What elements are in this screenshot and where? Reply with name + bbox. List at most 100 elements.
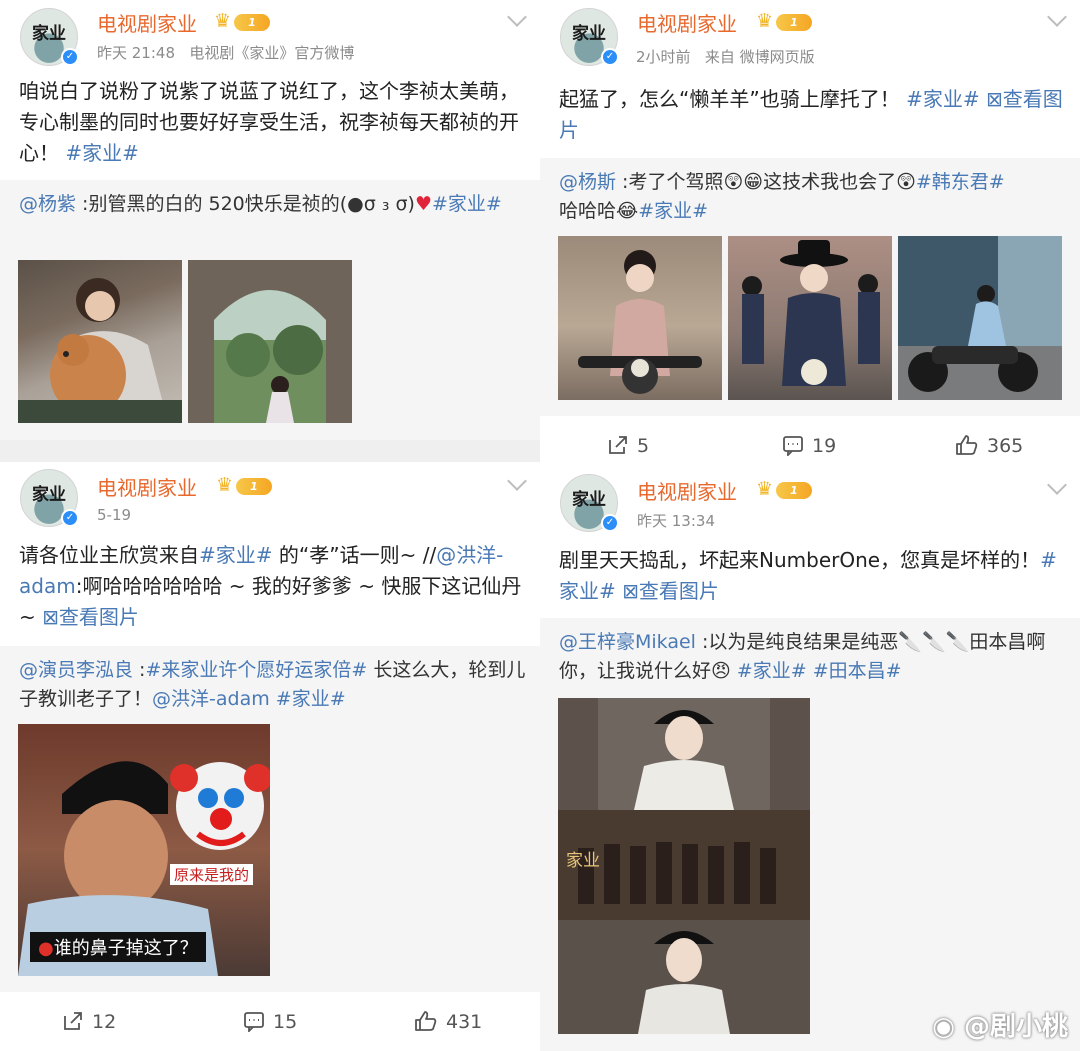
view-pictures-label: 查看图片 [638, 579, 719, 603]
repost-box[interactable]: @杨斯 :考了个驾照😲😁这技术我也会了😲#韩东君# 哈哈哈😂#家业# [540, 158, 1080, 416]
repost-user[interactable]: @王梓豪Mikael [559, 631, 696, 653]
image-caption-bottom: ●谁的鼻子掉这了？ [30, 932, 206, 962]
view-pictures-link[interactable]: ⊠查看图片 [42, 605, 139, 629]
repost-body-2: 哈哈哈😂 [559, 200, 639, 222]
repost-text: @王梓豪Mikael :以为是纯良结果是纯恶🔪🔪🔪田本昌啊你，让我说什么好😠 #… [559, 628, 1066, 686]
username[interactable]: 电视剧家业 [637, 8, 737, 37]
photo-illustration [742, 240, 880, 386]
username[interactable]: 电视剧家业 [97, 8, 197, 37]
vip-level: 1 [236, 478, 272, 495]
avatar-text: 家业 [32, 24, 66, 44]
vip-badge[interactable]: ♛ 1 [216, 475, 272, 497]
photo-man-motorcycle[interactable] [728, 236, 892, 400]
verified-icon: ✓ [601, 48, 619, 66]
avatar[interactable]: 家业 ✓ [560, 474, 619, 532]
post-source: 来自 微博网页版 [704, 48, 815, 66]
repost-text: @杨斯 :考了个驾照😲😁这技术我也会了😲#韩东君# 哈哈哈😂#家业# [559, 168, 1066, 226]
hashtag-link[interactable]: #家业# [199, 543, 273, 567]
chevron-down-icon[interactable] [1047, 7, 1067, 27]
avatar[interactable]: 家业 ✓ [560, 8, 619, 66]
post-text: 请各位业主欣赏来自#家业# 的“孝”话一则~ //@洪洋-adam:啊哈哈哈哈哈… [19, 540, 524, 633]
photo-drama-stills[interactable]: 家业 [558, 698, 810, 1034]
post-body: 剧里天天捣乱，坏起来NumberOne，您真是坏样的！ [559, 548, 1041, 572]
post-text: 起猛了，怎么“懒羊羊”也骑上摩托了！ #家业# ⊠查看图片 [559, 84, 1069, 146]
thumbs-up-icon [956, 435, 978, 455]
verified-icon: ✓ [61, 509, 79, 527]
chevron-down-icon[interactable] [507, 471, 527, 491]
repost-user[interactable]: @杨紫 [19, 193, 76, 215]
hashtag-link[interactable]: #家业# [65, 141, 139, 165]
repost-box[interactable]: @杨紫 :别管黑的白的 520快乐是祯的(●σ ₃ σ)♥#家业# [0, 180, 540, 440]
repost-user[interactable]: @杨斯 [559, 171, 616, 193]
post-text: 剧里天天捣乱，坏起来NumberOne，您真是坏样的！#家业# ⊠查看图片 [559, 545, 1064, 607]
comment-icon [244, 1012, 264, 1034]
hashtag-link[interactable]: #家业# [276, 688, 346, 710]
username[interactable]: 电视剧家业 [97, 472, 197, 501]
post-actions: 5 19 365 [540, 423, 1080, 468]
hashtag-link[interactable]: #来家业许个愿好运家倍# [145, 659, 367, 681]
avatar[interactable]: 家业 ✓ [20, 469, 79, 527]
hashtag-link[interactable]: #家业# [906, 87, 980, 111]
post-body: 请各位业主欣赏来自 [19, 543, 199, 567]
repost-button[interactable]: 12 [62, 999, 116, 1045]
view-pictures-label: 查看图片 [58, 605, 139, 629]
hashtag-link[interactable]: #韩东君# [916, 171, 1005, 193]
repost-box[interactable]: @演员李泓良 :#来家业许个愿好运家倍# 长这么大，轮到儿子教训老子了！@洪洋-… [0, 646, 540, 992]
image-caption-top: 原来是我的 [170, 864, 254, 885]
chevron-down-icon[interactable] [1047, 475, 1067, 495]
post-card-2: 家业 ✓ 电视剧家业 ♛ 1 2小时前 来自 微博网页版 起猛了，怎么“懒羊羊”… [540, 0, 1080, 468]
hashtag-link[interactable]: #家业# [737, 660, 807, 682]
vip-level: 1 [234, 14, 270, 31]
vip-badge[interactable]: ♛ 1 [756, 479, 812, 501]
hashtag-link[interactable]: #家业# [638, 200, 708, 222]
caption-text: 谁的鼻子掉这了？ [53, 938, 198, 959]
post-meta: 昨天 21:48 电视剧《家业》官方微博 [97, 42, 354, 63]
avatar-text: 家业 [32, 485, 66, 505]
repost-count: 12 [92, 1011, 117, 1033]
mention-link[interactable]: @洪洋-adam [152, 688, 270, 710]
like-count: 365 [987, 435, 1024, 457]
image-icon: ⊠ [42, 605, 59, 629]
thumbs-up-icon [415, 1011, 437, 1031]
post-body: 起猛了，怎么“懒羊羊”也骑上摩托了！ [559, 87, 900, 111]
repost-text: @杨紫 :别管黑的白的 520快乐是祯的(●σ ₃ σ)♥#家业# [19, 190, 526, 219]
repost-body: :别管黑的白的 520快乐是祯的(●σ ₃ σ) [76, 193, 415, 215]
post-actions: 12 15 431 [0, 999, 540, 1045]
like-button[interactable]: 365 [955, 423, 1023, 468]
image-icon: ⊠ [622, 579, 639, 603]
view-pictures-link[interactable]: ⊠查看图片 [622, 579, 719, 603]
photo-illustration [188, 260, 352, 423]
hashtag-link[interactable]: #家业# [432, 193, 502, 215]
watermark: ◉ @剧小桃 [932, 1006, 1068, 1043]
post-meta: 5-19 [97, 506, 131, 524]
hashtag-link[interactable]: #田本昌# [813, 660, 902, 682]
verified-icon: ✓ [601, 514, 619, 532]
repost-button[interactable]: 5 [607, 423, 649, 468]
vip-badge[interactable]: ♛ 1 [214, 11, 270, 33]
like-count: 431 [446, 1011, 483, 1033]
comment-button[interactable]: 19 [782, 423, 836, 468]
repost-user[interactable]: @演员李泓良 [19, 659, 133, 681]
share-icon [64, 1012, 82, 1030]
photo-arch-garden[interactable] [188, 260, 352, 423]
post-time: 5-19 [97, 506, 132, 524]
username[interactable]: 电视剧家业 [637, 476, 737, 505]
avatar[interactable]: 家业 ✓ [20, 8, 79, 66]
comment-icon [783, 436, 803, 458]
vip-badge[interactable]: ♛ 1 [756, 11, 812, 33]
share-icon [609, 436, 627, 454]
photo-woman-motorcycle[interactable] [558, 236, 722, 400]
chevron-down-icon[interactable] [507, 7, 527, 27]
photo-rider-street[interactable] [898, 236, 1062, 400]
crown-icon: ♛ [214, 10, 232, 32]
repost-body: :考了个驾照😲😁这技术我也会了😲 [616, 171, 916, 193]
post-source: 电视剧《家业》官方微博 [189, 44, 355, 62]
repost-box[interactable]: @王梓豪Mikael :以为是纯良结果是纯恶🔪🔪🔪田本昌啊你，让我说什么好😠 #… [540, 618, 1080, 1051]
like-button[interactable]: 431 [414, 999, 482, 1045]
post-header: 家业 ✓ 电视剧家业 ♛ 1 2小时前 来自 微博网页版 [540, 0, 1080, 70]
crown-icon: ♛ [216, 474, 234, 496]
photo-woman-with-dog[interactable] [18, 260, 182, 423]
comment-button[interactable]: 15 [243, 999, 297, 1045]
post-card-1: 家业 ✓ 电视剧家业 ♛ 1 昨天 21:48 电视剧《家业》官方微博 咱说白了… [0, 0, 540, 440]
photo-meme-clown[interactable]: 原来是我的 ●谁的鼻子掉这了？ [18, 724, 270, 976]
